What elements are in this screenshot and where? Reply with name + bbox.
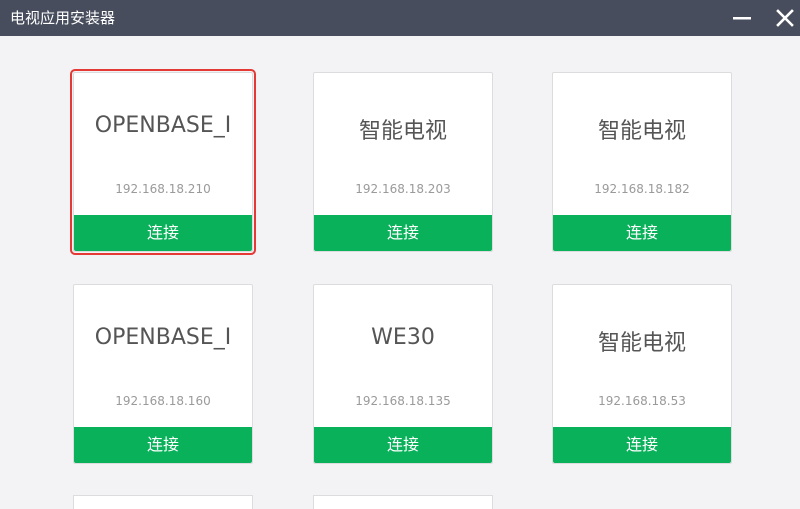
connect-button[interactable]: 连接 (74, 215, 252, 251)
device-name: OPENBASE_I (94, 113, 232, 138)
device-ip: 192.168.18.135 (355, 394, 451, 408)
device-ip: 192.168.18.203 (355, 182, 451, 196)
connect-button[interactable]: 连接 (314, 427, 492, 463)
device-ip: 192.168.18.53 (598, 394, 686, 408)
minimize-icon (733, 17, 751, 20)
window-title: 电视应用安装器 (10, 9, 116, 27)
device-grid: OPENBASE_I 192.168.18.210 连接 智能电视 192.16… (0, 36, 800, 509)
connect-button[interactable]: 连接 (553, 215, 731, 251)
device-card-partial (73, 495, 253, 509)
device-card: OPENBASE_I 192.168.18.160 连接 (73, 284, 253, 464)
device-ip: 192.168.18.160 (115, 394, 211, 408)
device-card: OPENBASE_I 192.168.18.210 连接 (70, 69, 256, 255)
connect-button[interactable]: 连接 (314, 215, 492, 251)
close-button[interactable] (771, 4, 799, 32)
device-card: 智能电视 192.168.18.53 连接 (552, 284, 732, 464)
connect-button[interactable]: 连接 (74, 427, 252, 463)
title-bar: 电视应用安装器 (0, 0, 800, 36)
device-ip: 192.168.18.182 (594, 182, 690, 196)
device-card: WE30 192.168.18.135 连接 (313, 284, 493, 464)
device-card-partial (313, 495, 493, 509)
close-icon (776, 9, 794, 27)
device-ip: 192.168.18.210 (115, 182, 211, 196)
connect-button[interactable]: 连接 (553, 427, 731, 463)
device-name: 智能电视 (358, 119, 447, 144)
minimize-button[interactable] (728, 4, 756, 32)
device-card: 智能电视 192.168.18.182 连接 (552, 72, 732, 252)
device-name: WE30 (371, 325, 435, 350)
device-name: 智能电视 (597, 119, 686, 144)
device-name: OPENBASE_I (94, 325, 232, 350)
device-name: 智能电视 (597, 331, 686, 356)
device-card: 智能电视 192.168.18.203 连接 (313, 72, 493, 252)
